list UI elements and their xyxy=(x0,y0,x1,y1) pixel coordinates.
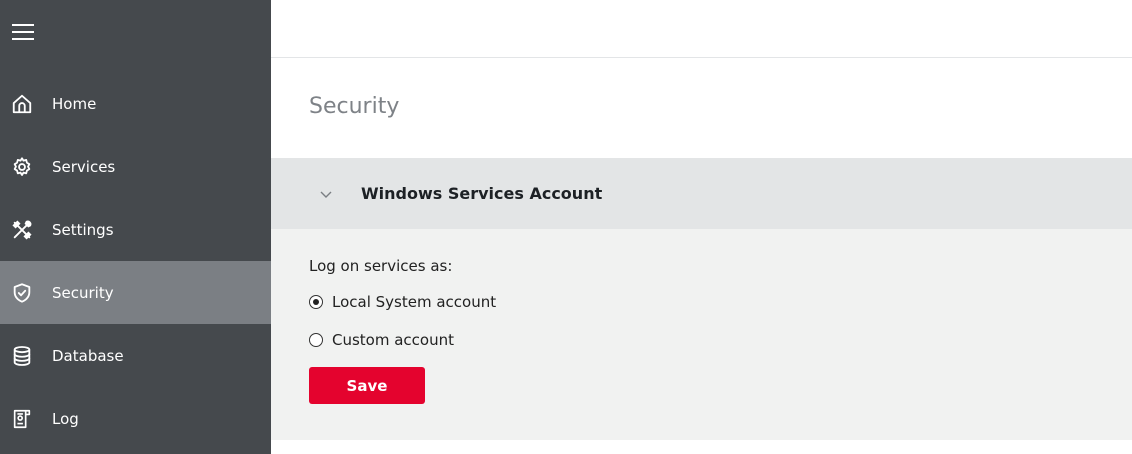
sidebar: Home Services Settings Security Database… xyxy=(0,0,271,454)
shield-icon xyxy=(10,281,34,305)
page-title: Security xyxy=(309,94,400,119)
tools-icon xyxy=(10,218,34,242)
radio-label: Local System account xyxy=(332,293,497,311)
home-icon xyxy=(10,92,34,116)
sidebar-item-label: Log xyxy=(52,409,79,428)
hamburger-menu-icon[interactable] xyxy=(12,24,34,40)
sidebar-item-security[interactable]: Security xyxy=(0,261,271,324)
top-bar xyxy=(271,0,1132,58)
section-title: Windows Services Account xyxy=(361,184,603,203)
sidebar-item-label: Settings xyxy=(52,220,114,239)
log-icon xyxy=(10,407,34,431)
windows-services-account-section: Windows Services Account Log on services… xyxy=(271,158,1132,440)
log-on-label: Log on services as: xyxy=(309,257,453,275)
radio-button-unchecked[interactable] xyxy=(309,333,323,347)
sidebar-item-database[interactable]: Database xyxy=(0,324,271,387)
section-header[interactable]: Windows Services Account xyxy=(271,158,1132,229)
radio-custom-account[interactable]: Custom account xyxy=(309,327,1132,353)
sidebar-item-label: Security xyxy=(52,283,114,302)
sidebar-item-label: Services xyxy=(52,157,116,176)
sidebar-item-label: Home xyxy=(52,94,97,113)
radio-label: Custom account xyxy=(332,331,454,349)
sidebar-nav: Home Services Settings Security Database… xyxy=(0,72,271,450)
save-button[interactable]: Save xyxy=(309,367,425,404)
sidebar-item-home[interactable]: Home xyxy=(0,72,271,135)
database-icon xyxy=(10,344,34,368)
radio-button-checked[interactable] xyxy=(309,295,323,309)
sidebar-item-log[interactable]: Log xyxy=(0,387,271,450)
sidebar-item-services[interactable]: Services xyxy=(0,135,271,198)
sidebar-item-settings[interactable]: Settings xyxy=(0,198,271,261)
gear-icon xyxy=(10,155,34,179)
radio-local-system-account[interactable]: Local System account xyxy=(309,289,1132,315)
chevron-down-icon[interactable] xyxy=(319,187,333,201)
section-body: Log on services as: Local System account… xyxy=(271,229,1132,404)
sidebar-item-label: Database xyxy=(52,346,124,365)
